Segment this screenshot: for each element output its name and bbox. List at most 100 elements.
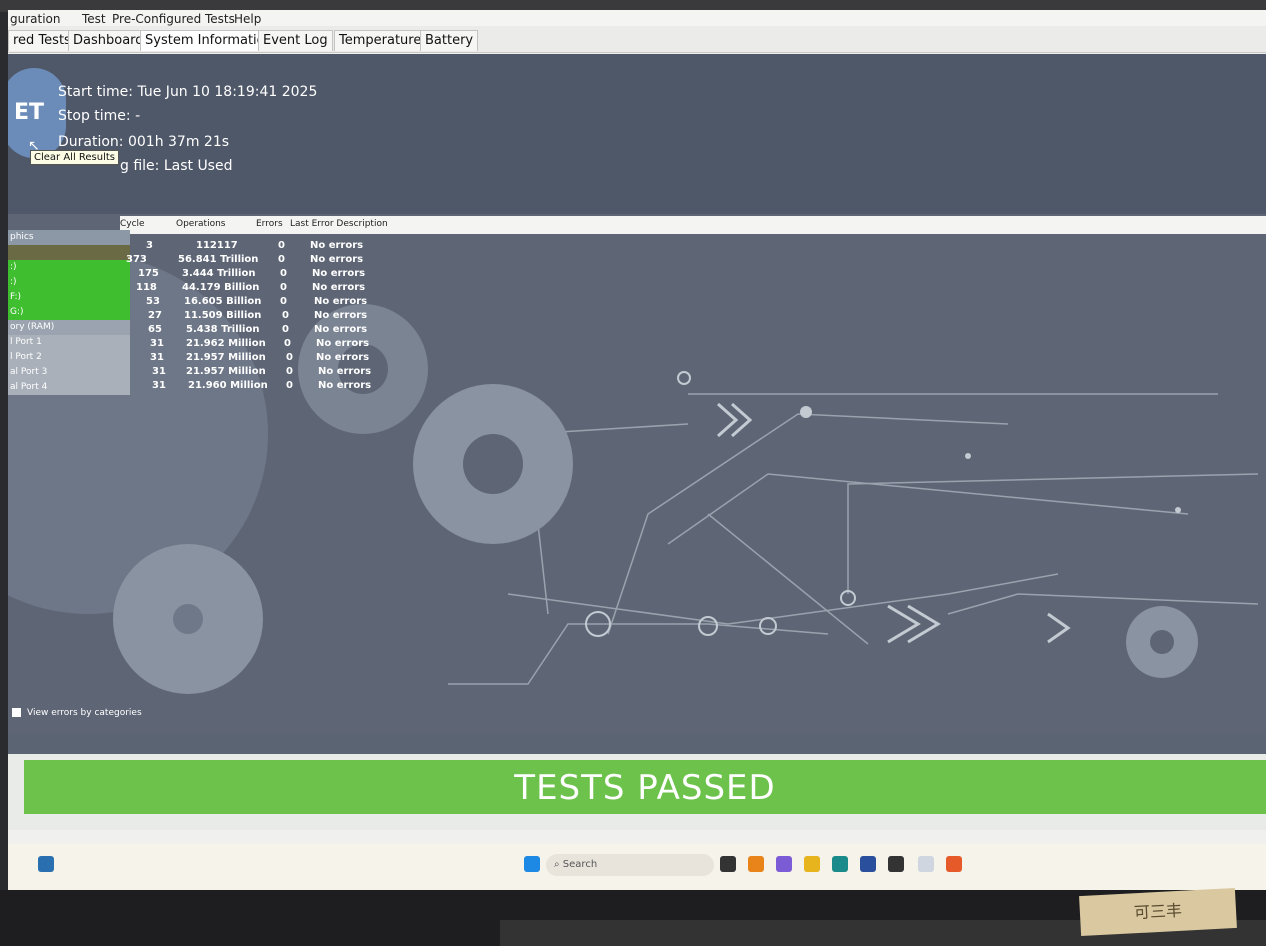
status-area: TESTS PASSED bbox=[8, 754, 1266, 830]
start-time: Start time: Tue Jun 10 18:19:41 2025 bbox=[58, 84, 318, 100]
col-last-error[interactable]: Last Error Description bbox=[290, 219, 388, 229]
cell-operations: 21.957 Million bbox=[186, 366, 266, 377]
snipping-tool-icon[interactable] bbox=[918, 856, 934, 872]
cell-description: No errors bbox=[316, 338, 370, 349]
cell-errors: 0 bbox=[278, 254, 285, 265]
menu-preconfigured-tests[interactable]: Pre-Configured Tests bbox=[112, 12, 235, 26]
tab-battery[interactable]: Battery bbox=[420, 30, 479, 51]
media-player-icon[interactable] bbox=[888, 856, 904, 872]
list-item[interactable]: :) bbox=[8, 275, 130, 290]
cell-errors: 0 bbox=[280, 282, 287, 293]
results-panel: ET Start time: Tue Jun 10 18:19:41 2025 … bbox=[8, 54, 1266, 754]
tests-passed-banner: TESTS PASSED bbox=[24, 760, 1266, 814]
gear-graphic bbox=[413, 384, 573, 544]
cell-cycle: 31 bbox=[150, 352, 164, 363]
cell-operations: 44.179 Billion bbox=[182, 282, 260, 293]
cell-errors: 0 bbox=[280, 296, 287, 307]
copilot-icon[interactable] bbox=[776, 856, 792, 872]
cell-operations: 5.438 Trillion bbox=[186, 324, 260, 335]
cell-operations: 3.444 Trillion bbox=[182, 268, 256, 279]
cell-operations: 11.509 Billion bbox=[184, 310, 262, 321]
cell-operations: 21.957 Million bbox=[186, 352, 266, 363]
gear-graphic bbox=[1126, 606, 1198, 678]
vlc-icon[interactable] bbox=[748, 856, 764, 872]
checkbox-icon[interactable] bbox=[12, 708, 21, 717]
table-header: Cycle Operations Errors Last Error Descr… bbox=[120, 216, 1266, 234]
cell-description: No errors bbox=[314, 296, 368, 307]
cell-operations: 112117 bbox=[196, 240, 238, 251]
tab-bar: red Tests Dashboard System Information E… bbox=[8, 26, 1266, 53]
view-errors-label: View errors by categories bbox=[27, 708, 142, 718]
list-item[interactable]: phics bbox=[8, 230, 130, 245]
cell-description: No errors bbox=[318, 366, 372, 377]
cell-operations: 21.962 Million bbox=[186, 338, 266, 349]
logo-text: ET bbox=[14, 100, 45, 125]
list-item[interactable]: F:) bbox=[8, 290, 130, 305]
list-item[interactable] bbox=[8, 245, 130, 260]
search-icon: ⌕ bbox=[554, 859, 560, 870]
cell-cycle: 31 bbox=[150, 338, 164, 349]
cell-cycle: 118 bbox=[136, 282, 157, 293]
cell-cycle: 31 bbox=[152, 380, 166, 391]
start-icon[interactable] bbox=[524, 856, 540, 872]
menu-help[interactable]: Help bbox=[234, 12, 261, 26]
edge-icon[interactable] bbox=[832, 856, 848, 872]
config-file: g file: Last Used bbox=[120, 158, 233, 174]
label-sticker: 可三丰 bbox=[1079, 887, 1237, 937]
cell-description: No errors bbox=[312, 268, 366, 279]
test-list: phics :) :) F:) G:) ory (RAM) l Port 1 l… bbox=[8, 230, 130, 456]
cell-cycle: 65 bbox=[148, 324, 162, 335]
cell-operations: 21.960 Million bbox=[188, 380, 268, 391]
list-item[interactable]: l Port 2 bbox=[8, 350, 130, 365]
tab-dashboard[interactable]: Dashboard bbox=[68, 30, 149, 51]
cell-errors: 0 bbox=[282, 324, 289, 335]
taskbar-search[interactable]: ⌕ Search bbox=[546, 854, 714, 876]
menu-test[interactable]: Test bbox=[82, 12, 106, 26]
cell-description: No errors bbox=[318, 380, 372, 391]
list-item[interactable]: :) bbox=[8, 260, 130, 275]
list-item[interactable]: al Port 4 bbox=[8, 380, 130, 395]
cell-operations: 56.841 Trillion bbox=[178, 254, 259, 265]
tab-configured-tests[interactable]: red Tests bbox=[8, 30, 76, 51]
cell-description: No errors bbox=[316, 352, 370, 363]
col-errors[interactable]: Errors bbox=[256, 219, 283, 229]
cell-errors: 0 bbox=[286, 380, 293, 391]
cell-description: No errors bbox=[310, 240, 364, 251]
cell-errors: 0 bbox=[286, 352, 293, 363]
store-icon[interactable] bbox=[860, 856, 876, 872]
cell-errors: 0 bbox=[278, 240, 285, 251]
list-item[interactable]: ory (RAM) bbox=[8, 320, 130, 335]
list-item[interactable]: al Port 3 bbox=[8, 365, 130, 380]
header-band: ET Start time: Tue Jun 10 18:19:41 2025 … bbox=[8, 54, 1266, 214]
col-operations[interactable]: Operations bbox=[176, 219, 225, 229]
cell-description: No errors bbox=[314, 324, 368, 335]
gear-graphic bbox=[113, 544, 263, 694]
app-icon[interactable] bbox=[946, 856, 962, 872]
view-errors-checkbox[interactable]: View errors by categories bbox=[12, 708, 142, 718]
search-label: Search bbox=[562, 859, 598, 870]
cell-description: No errors bbox=[314, 310, 368, 321]
cell-description: No errors bbox=[310, 254, 364, 265]
widgets-icon[interactable] bbox=[38, 856, 54, 872]
cell-operations: 16.605 Billion bbox=[184, 296, 262, 307]
cell-errors: 0 bbox=[282, 310, 289, 321]
list-item[interactable]: l Port 1 bbox=[8, 335, 130, 350]
cell-cycle: 27 bbox=[148, 310, 162, 321]
cell-cycle: 53 bbox=[146, 296, 160, 307]
cell-cycle: 175 bbox=[138, 268, 159, 279]
cell-cycle: 3 bbox=[146, 240, 153, 251]
tab-temperature[interactable]: Temperature bbox=[334, 30, 427, 51]
col-cycle[interactable]: Cycle bbox=[120, 219, 145, 229]
task-view-icon[interactable] bbox=[720, 856, 736, 872]
cell-errors: 0 bbox=[284, 338, 291, 349]
cell-errors: 0 bbox=[280, 268, 287, 279]
list-item[interactable]: G:) bbox=[8, 305, 130, 320]
tab-event-log[interactable]: Event Log bbox=[258, 30, 333, 51]
menu-configuration[interactable]: guration bbox=[10, 12, 61, 26]
cell-cycle: 373 bbox=[126, 254, 147, 265]
taskbar: ⌕ Search bbox=[8, 844, 1266, 890]
cell-cycle: 31 bbox=[152, 366, 166, 377]
app-screen: guration Test Pre-Configured Tests Help … bbox=[8, 10, 1266, 890]
clear-results-tooltip: Clear All Results bbox=[30, 150, 120, 165]
file-explorer-icon[interactable] bbox=[804, 856, 820, 872]
